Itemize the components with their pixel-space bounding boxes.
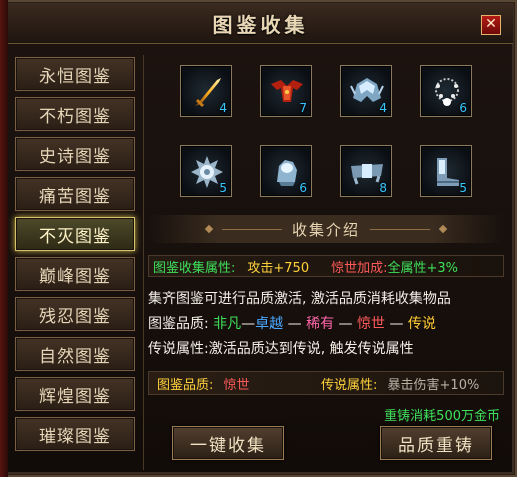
ornament-icon: [438, 224, 448, 234]
button-label: 品质重铸: [398, 435, 474, 456]
legend-label: 传说属性:: [321, 377, 378, 393]
main-panel: 4 7 4 6 5 6 8 5 收集介绍 图鉴收集属性: 攻击+750 惊世加成…: [143, 55, 508, 470]
quality-tier: 稀有: [306, 316, 335, 332]
sidebar-item-label: 痛苦图鉴: [39, 186, 111, 207]
sidebar-item-cuican[interactable]: 璀璨图鉴: [15, 417, 135, 451]
sidebar-item-canren[interactable]: 残忍图鉴: [15, 297, 135, 331]
sidebar-item-label: 永恒图鉴: [39, 66, 111, 87]
sidebar-item-yongheng[interactable]: 永恒图鉴: [15, 57, 135, 91]
sidebar-item-label: 史诗图鉴: [39, 146, 111, 167]
ornament-icon: [204, 224, 214, 234]
item-slot[interactable]: 8: [340, 145, 392, 197]
legend-value: 暴击伤害+10%: [387, 377, 480, 393]
item-count: 6: [459, 101, 467, 115]
item-count: 8: [379, 181, 387, 195]
quality-chain-label: 图鉴品质:: [148, 316, 209, 332]
bonus-label: 惊世加成:: [331, 260, 388, 276]
item-slot[interactable]: 7: [260, 65, 312, 117]
sidebar-item-label: 不朽图鉴: [39, 106, 111, 127]
section-header: 收集介绍: [148, 215, 504, 243]
item-count: 5: [459, 181, 467, 195]
item-slot[interactable]: 5: [180, 145, 232, 197]
reforge-button[interactable]: 品质重铸: [380, 426, 492, 460]
sidebar-item-shishi[interactable]: 史诗图鉴: [15, 137, 135, 171]
sidebar-item-dianfeng[interactable]: 巅峰图鉴: [15, 257, 135, 291]
desc-line: 集齐图鉴可进行品质激活, 激活品质消耗收集物品: [148, 291, 451, 307]
sidebar-item-tongku[interactable]: 痛苦图鉴: [15, 177, 135, 211]
reforge-cost: 重铸消耗500万金币: [384, 409, 500, 424]
quality-sep: —: [241, 316, 256, 332]
sidebar-item-label: 残忍图鉴: [39, 306, 111, 327]
divider: [370, 228, 430, 230]
legend-desc: 传说属性:激活品质达到传说, 触发传说属性: [148, 341, 414, 357]
item-count: 4: [219, 101, 227, 115]
sidebar-item-label: 璀璨图鉴: [39, 426, 111, 447]
collection-attributes: 图鉴收集属性: 攻击+750 惊世加成: 全属性+3%: [148, 255, 504, 277]
attr-label: 图鉴收集属性:: [153, 260, 236, 276]
item-count: 5: [219, 181, 227, 195]
item-slot[interactable]: 4: [180, 65, 232, 117]
quality-sep: —: [287, 316, 302, 332]
sidebar-item-bumie[interactable]: 不灭图鉴: [15, 217, 135, 251]
description: 集齐图鉴可进行品质激活, 激活品质消耗收集物品 图鉴品质: 非凡—卓越 — 稀有…: [148, 287, 504, 362]
item-slot[interactable]: 6: [260, 145, 312, 197]
attr-value: 攻击+750: [247, 260, 310, 276]
bonus-value: 全属性+3%: [387, 260, 459, 276]
item-slot[interactable]: 5: [420, 145, 472, 197]
close-icon: ✕: [485, 16, 497, 32]
quality-chain: 图鉴品质: 非凡—卓越 — 稀有 — 惊世 — 传说: [148, 312, 504, 337]
section-title: 收集介绍: [291, 220, 360, 239]
background-edge: [0, 0, 8, 477]
category-sidebar: 永恒图鉴 不朽图鉴 史诗图鉴 痛苦图鉴 不灭图鉴 巅峰图鉴 残忍图鉴 自然图鉴 …: [15, 57, 137, 457]
quality-tier: 惊世: [356, 316, 385, 332]
sidebar-item-huihuang[interactable]: 辉煌图鉴: [15, 377, 135, 411]
quality-value: 惊世: [223, 377, 250, 393]
title-bar: 图鉴收集 ✕: [8, 4, 513, 44]
quality-status: 图鉴品质: 惊世 传说属性: 暴击伤害+10%: [148, 371, 504, 395]
sidebar-item-label: 辉煌图鉴: [39, 386, 111, 407]
quality-tier: 非凡: [213, 316, 242, 332]
sidebar-item-ziran[interactable]: 自然图鉴: [15, 337, 135, 371]
quality-sep: —: [389, 316, 404, 332]
button-label: 一键收集: [190, 435, 266, 456]
quality-sep: —: [338, 316, 353, 332]
item-slot[interactable]: 6: [420, 65, 472, 117]
window-title: 图鉴收集: [212, 13, 309, 37]
sidebar-item-label: 不灭图鉴: [39, 226, 111, 247]
item-count: 4: [379, 101, 387, 115]
item-count: 7: [299, 101, 307, 115]
item-count: 6: [299, 181, 307, 195]
sidebar-item-buxiu[interactable]: 不朽图鉴: [15, 97, 135, 131]
close-button[interactable]: ✕: [481, 15, 501, 35]
collect-all-button[interactable]: 一键收集: [172, 426, 284, 460]
sidebar-item-label: 自然图鉴: [39, 346, 111, 367]
sidebar-item-label: 巅峰图鉴: [39, 266, 111, 287]
quality-tier: 卓越: [255, 316, 284, 332]
quality-label: 图鉴品质:: [157, 377, 214, 393]
quality-tier: 传说: [407, 316, 436, 332]
divider: [221, 228, 282, 230]
item-slot[interactable]: 4: [340, 65, 392, 117]
